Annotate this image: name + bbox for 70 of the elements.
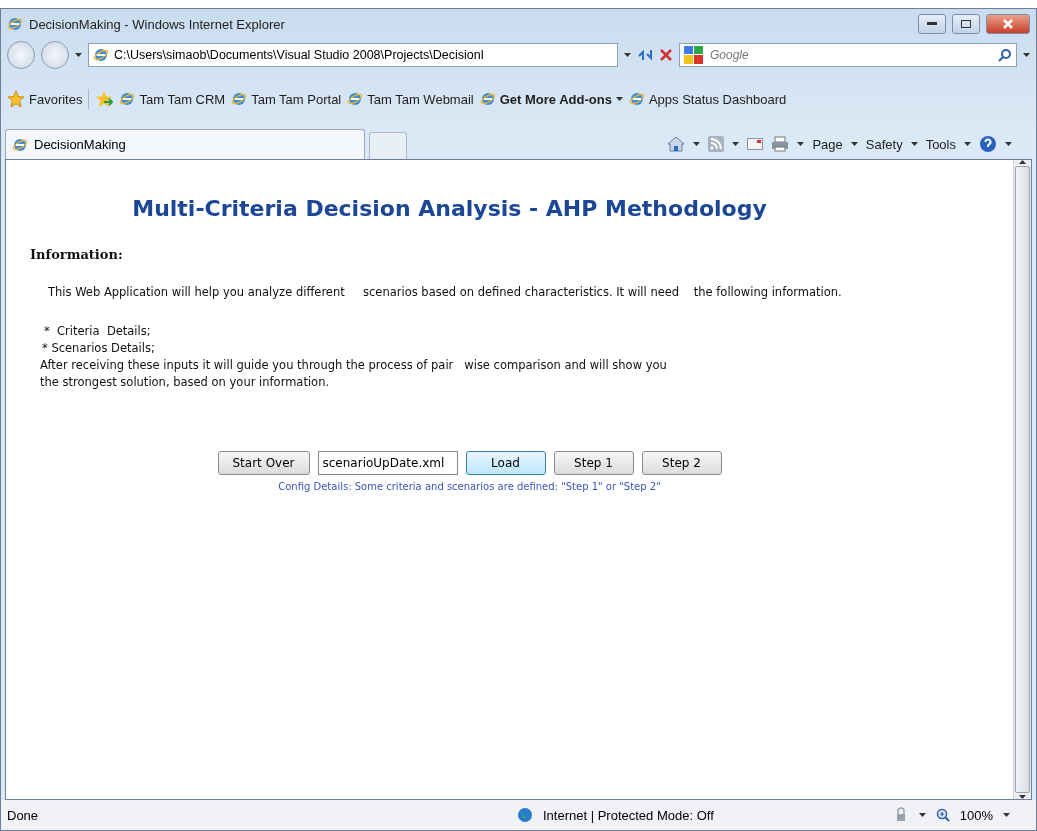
- close-icon: [1003, 19, 1013, 29]
- status-text: Done: [7, 807, 40, 823]
- window-title: DecisionMaking - Windows Internet Explorer: [29, 16, 286, 32]
- page-icon: [628, 91, 645, 107]
- star-icon[interactable]: [7, 90, 25, 108]
- list-item: * Scenarios Details;: [41, 340, 156, 357]
- action-button[interactable]: Step 2: [641, 451, 722, 475]
- favorite-link[interactable]: Tam Tam Webmail: [347, 91, 474, 107]
- page-icon: [119, 91, 136, 107]
- caret-icon[interactable]: [624, 53, 631, 57]
- caret-icon[interactable]: [1023, 53, 1030, 57]
- command-menu[interactable]: Tools: [925, 136, 956, 152]
- page-icon: [347, 91, 364, 107]
- caret-icon[interactable]: [1005, 142, 1012, 146]
- mail-icon[interactable]: [747, 138, 764, 150]
- command-menu[interactable]: Safety: [865, 136, 903, 152]
- minimize-icon: [927, 22, 937, 26]
- config-note: Config Details: Some criteria and scenarios are defined: "Step 1" or "Step 2": [277, 481, 662, 492]
- caret-icon[interactable]: [693, 142, 701, 146]
- zoom-level[interactable]: 100%: [959, 807, 993, 823]
- action-button[interactable]: Load: [465, 451, 546, 475]
- caret-icon[interactable]: [918, 813, 926, 817]
- stop-icon[interactable]: [659, 48, 673, 62]
- caret-icon[interactable]: [732, 142, 740, 146]
- caret-icon[interactable]: [75, 53, 82, 57]
- scrollbar[interactable]: [1013, 160, 1031, 799]
- text-line: After receiving these inputs it will guide you through the process of pair wise comparison and will show you: [39, 357, 668, 374]
- scroll-up-icon[interactable]: [1019, 160, 1026, 164]
- caret-icon[interactable]: [850, 142, 858, 146]
- caret-icon[interactable]: [615, 97, 623, 101]
- page-heading: Multi-Criteria Decision Analysis - AHP Methodology: [131, 196, 768, 221]
- intro-paragraph: This Web Application will help you analyze different scenarios based on defined characteristics. It will need the following information.: [47, 284, 843, 301]
- page-icon: [231, 91, 248, 107]
- favorite-link[interactable]: Tam Tam CRM: [119, 91, 226, 107]
- file-name-field[interactable]: scenarioUpDate.xml: [317, 451, 458, 475]
- ie-logo-icon: [7, 16, 23, 32]
- action-button[interactable]: Step 1: [553, 451, 634, 475]
- search-icon[interactable]: [998, 48, 1012, 62]
- text-line: the strongest solution, based on your information.: [39, 374, 331, 391]
- close-button[interactable]: [986, 14, 1030, 34]
- list-item: * Criteria Details;: [43, 323, 152, 340]
- maximize-icon: [961, 20, 971, 28]
- home-icon[interactable]: [667, 136, 686, 152]
- maximize-button[interactable]: [952, 14, 980, 34]
- caret-icon[interactable]: [964, 142, 971, 146]
- refresh-icon[interactable]: [637, 48, 653, 62]
- security-zone[interactable]: Internet | Protected Mode: Off: [543, 807, 883, 823]
- add-favorite-icon[interactable]: [95, 90, 114, 108]
- favorites-button[interactable]: Favorites: [7, 90, 83, 108]
- caret-icon[interactable]: [797, 142, 805, 146]
- page-icon: [479, 91, 496, 107]
- search-provider-icon: [684, 46, 704, 64]
- minimize-button[interactable]: [918, 14, 946, 34]
- globe-icon: [517, 807, 533, 823]
- caret-icon[interactable]: [1003, 813, 1010, 817]
- search-field[interactable]: Google: [679, 43, 1017, 67]
- favorite-link[interactable]: Get More Add-ons: [479, 91, 623, 107]
- help-icon[interactable]: [979, 135, 997, 153]
- favorite-link[interactable]: Tam Tam Portal: [231, 91, 342, 107]
- tab-icon: [12, 136, 28, 153]
- caret-icon[interactable]: [910, 142, 918, 146]
- action-button[interactable]: Start Over: [217, 451, 310, 475]
- printer-icon[interactable]: [771, 136, 790, 152]
- zoom-icon[interactable]: [935, 808, 950, 822]
- command-menu[interactable]: Page: [812, 136, 843, 152]
- page-icon: [93, 47, 109, 63]
- address-field[interactable]: C:\Users\simaob\Documents\Visual Studio 2008\Projects\DecisionI: [88, 43, 618, 67]
- favorite-link[interactable]: Apps Status Dashboard: [628, 91, 787, 107]
- browser-tab[interactable]: DecisionMaking: [5, 129, 365, 159]
- section-title: Information:: [30, 247, 124, 262]
